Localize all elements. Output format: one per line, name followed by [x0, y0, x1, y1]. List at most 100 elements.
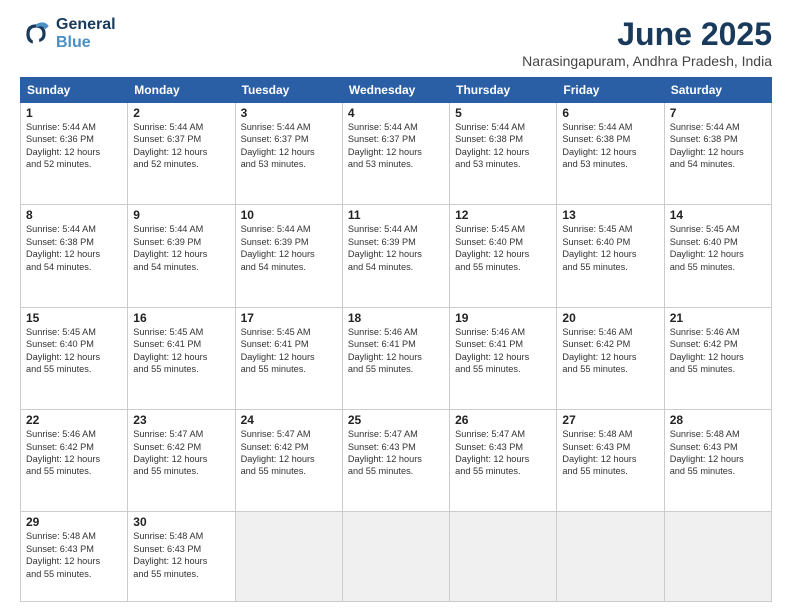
col-monday: Monday [128, 78, 235, 103]
day-number: 4 [348, 106, 444, 120]
day-info: Sunrise: 5:47 AMSunset: 6:42 PMDaylight:… [241, 428, 337, 478]
day-number: 29 [26, 515, 122, 529]
day-number: 25 [348, 413, 444, 427]
table-row: 2Sunrise: 5:44 AMSunset: 6:37 PMDaylight… [128, 103, 235, 205]
day-number: 18 [348, 311, 444, 325]
day-number: 1 [26, 106, 122, 120]
day-number: 8 [26, 208, 122, 222]
day-info: Sunrise: 5:47 AMSunset: 6:43 PMDaylight:… [455, 428, 551, 478]
day-number: 20 [562, 311, 658, 325]
table-row: 27Sunrise: 5:48 AMSunset: 6:43 PMDayligh… [557, 410, 664, 512]
day-number: 27 [562, 413, 658, 427]
day-info: Sunrise: 5:45 AMSunset: 6:41 PMDaylight:… [241, 326, 337, 376]
day-info: Sunrise: 5:45 AMSunset: 6:40 PMDaylight:… [670, 223, 766, 273]
day-info: Sunrise: 5:44 AMSunset: 6:38 PMDaylight:… [455, 121, 551, 171]
table-row: 13Sunrise: 5:45 AMSunset: 6:40 PMDayligh… [557, 205, 664, 307]
day-info: Sunrise: 5:47 AMSunset: 6:43 PMDaylight:… [348, 428, 444, 478]
table-row [235, 512, 342, 602]
table-row: 23Sunrise: 5:47 AMSunset: 6:42 PMDayligh… [128, 410, 235, 512]
day-info: Sunrise: 5:48 AMSunset: 6:43 PMDaylight:… [133, 530, 229, 580]
day-number: 13 [562, 208, 658, 222]
day-number: 30 [133, 515, 229, 529]
table-row: 16Sunrise: 5:45 AMSunset: 6:41 PMDayligh… [128, 307, 235, 409]
table-row: 28Sunrise: 5:48 AMSunset: 6:43 PMDayligh… [664, 410, 771, 512]
table-row: 8Sunrise: 5:44 AMSunset: 6:38 PMDaylight… [21, 205, 128, 307]
day-info: Sunrise: 5:44 AMSunset: 6:38 PMDaylight:… [670, 121, 766, 171]
table-row: 26Sunrise: 5:47 AMSunset: 6:43 PMDayligh… [450, 410, 557, 512]
table-row: 11Sunrise: 5:44 AMSunset: 6:39 PMDayligh… [342, 205, 449, 307]
day-number: 9 [133, 208, 229, 222]
logo-text: General Blue [56, 16, 116, 53]
logo-icon [20, 18, 52, 50]
table-row: 17Sunrise: 5:45 AMSunset: 6:41 PMDayligh… [235, 307, 342, 409]
day-number: 17 [241, 311, 337, 325]
table-row: 1Sunrise: 5:44 AMSunset: 6:36 PMDaylight… [21, 103, 128, 205]
day-info: Sunrise: 5:46 AMSunset: 6:42 PMDaylight:… [562, 326, 658, 376]
table-row: 14Sunrise: 5:45 AMSunset: 6:40 PMDayligh… [664, 205, 771, 307]
day-info: Sunrise: 5:44 AMSunset: 6:36 PMDaylight:… [26, 121, 122, 171]
table-row [557, 512, 664, 602]
day-number: 23 [133, 413, 229, 427]
table-row: 30Sunrise: 5:48 AMSunset: 6:43 PMDayligh… [128, 512, 235, 602]
col-saturday: Saturday [664, 78, 771, 103]
day-info: Sunrise: 5:44 AMSunset: 6:38 PMDaylight:… [562, 121, 658, 171]
day-info: Sunrise: 5:48 AMSunset: 6:43 PMDaylight:… [26, 530, 122, 580]
day-number: 16 [133, 311, 229, 325]
day-info: Sunrise: 5:45 AMSunset: 6:40 PMDaylight:… [562, 223, 658, 273]
day-info: Sunrise: 5:45 AMSunset: 6:40 PMDaylight:… [26, 326, 122, 376]
table-row: 25Sunrise: 5:47 AMSunset: 6:43 PMDayligh… [342, 410, 449, 512]
day-number: 14 [670, 208, 766, 222]
day-info: Sunrise: 5:46 AMSunset: 6:42 PMDaylight:… [670, 326, 766, 376]
table-row: 5Sunrise: 5:44 AMSunset: 6:38 PMDaylight… [450, 103, 557, 205]
day-number: 12 [455, 208, 551, 222]
month-title: June 2025 [522, 16, 772, 53]
location: Narasingapuram, Andhra Pradesh, India [522, 53, 772, 69]
table-row: 7Sunrise: 5:44 AMSunset: 6:38 PMDaylight… [664, 103, 771, 205]
table-row: 9Sunrise: 5:44 AMSunset: 6:39 PMDaylight… [128, 205, 235, 307]
table-row: 10Sunrise: 5:44 AMSunset: 6:39 PMDayligh… [235, 205, 342, 307]
table-row [450, 512, 557, 602]
day-number: 2 [133, 106, 229, 120]
day-info: Sunrise: 5:44 AMSunset: 6:39 PMDaylight:… [348, 223, 444, 273]
day-number: 15 [26, 311, 122, 325]
table-row: 29Sunrise: 5:48 AMSunset: 6:43 PMDayligh… [21, 512, 128, 602]
day-number: 5 [455, 106, 551, 120]
day-number: 24 [241, 413, 337, 427]
day-number: 19 [455, 311, 551, 325]
col-tuesday: Tuesday [235, 78, 342, 103]
calendar-header-row: Sunday Monday Tuesday Wednesday Thursday… [21, 78, 772, 103]
day-number: 7 [670, 106, 766, 120]
day-info: Sunrise: 5:48 AMSunset: 6:43 PMDaylight:… [562, 428, 658, 478]
col-wednesday: Wednesday [342, 78, 449, 103]
day-info: Sunrise: 5:45 AMSunset: 6:41 PMDaylight:… [133, 326, 229, 376]
day-info: Sunrise: 5:45 AMSunset: 6:40 PMDaylight:… [455, 223, 551, 273]
day-info: Sunrise: 5:46 AMSunset: 6:41 PMDaylight:… [455, 326, 551, 376]
table-row: 12Sunrise: 5:45 AMSunset: 6:40 PMDayligh… [450, 205, 557, 307]
table-row: 18Sunrise: 5:46 AMSunset: 6:41 PMDayligh… [342, 307, 449, 409]
title-block: June 2025 Narasingapuram, Andhra Pradesh… [522, 16, 772, 69]
table-row: 6Sunrise: 5:44 AMSunset: 6:38 PMDaylight… [557, 103, 664, 205]
day-info: Sunrise: 5:44 AMSunset: 6:37 PMDaylight:… [241, 121, 337, 171]
day-info: Sunrise: 5:44 AMSunset: 6:38 PMDaylight:… [26, 223, 122, 273]
day-info: Sunrise: 5:46 AMSunset: 6:42 PMDaylight:… [26, 428, 122, 478]
table-row: 19Sunrise: 5:46 AMSunset: 6:41 PMDayligh… [450, 307, 557, 409]
col-thursday: Thursday [450, 78, 557, 103]
table-row: 4Sunrise: 5:44 AMSunset: 6:37 PMDaylight… [342, 103, 449, 205]
logo: General Blue [20, 16, 116, 53]
day-number: 11 [348, 208, 444, 222]
day-number: 10 [241, 208, 337, 222]
day-info: Sunrise: 5:44 AMSunset: 6:37 PMDaylight:… [133, 121, 229, 171]
day-number: 22 [26, 413, 122, 427]
page: General Blue June 2025 Narasingapuram, A… [0, 0, 792, 612]
day-info: Sunrise: 5:44 AMSunset: 6:37 PMDaylight:… [348, 121, 444, 171]
table-row: 22Sunrise: 5:46 AMSunset: 6:42 PMDayligh… [21, 410, 128, 512]
day-number: 6 [562, 106, 658, 120]
header: General Blue June 2025 Narasingapuram, A… [20, 16, 772, 69]
table-row [342, 512, 449, 602]
table-row: 3Sunrise: 5:44 AMSunset: 6:37 PMDaylight… [235, 103, 342, 205]
table-row: 15Sunrise: 5:45 AMSunset: 6:40 PMDayligh… [21, 307, 128, 409]
table-row: 20Sunrise: 5:46 AMSunset: 6:42 PMDayligh… [557, 307, 664, 409]
day-info: Sunrise: 5:44 AMSunset: 6:39 PMDaylight:… [133, 223, 229, 273]
day-number: 28 [670, 413, 766, 427]
table-row [664, 512, 771, 602]
